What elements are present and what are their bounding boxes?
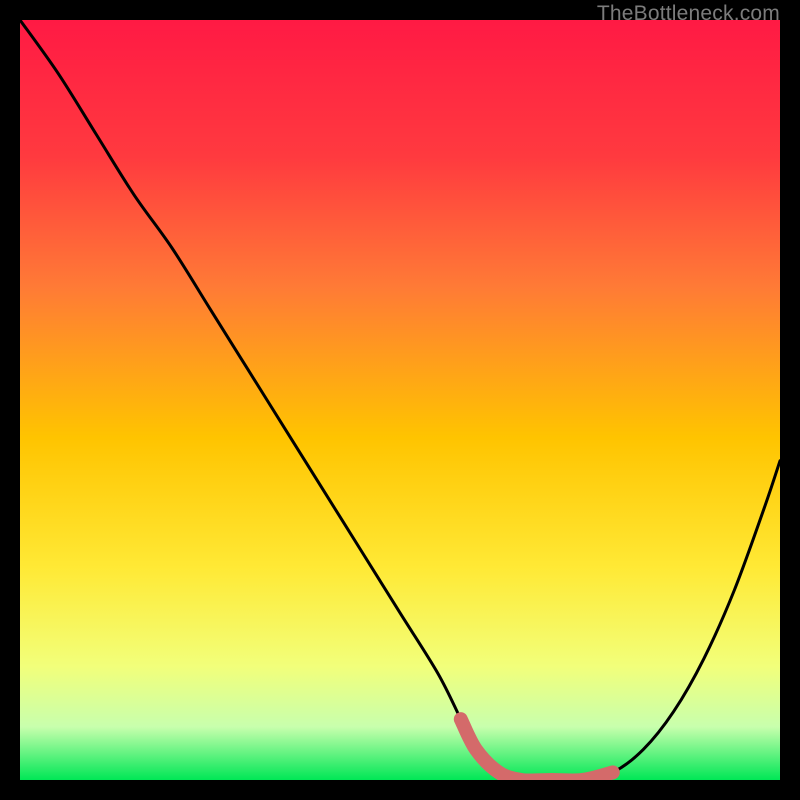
chart-frame	[20, 20, 780, 780]
bottleneck-chart	[20, 20, 780, 780]
gradient-background	[20, 20, 780, 780]
